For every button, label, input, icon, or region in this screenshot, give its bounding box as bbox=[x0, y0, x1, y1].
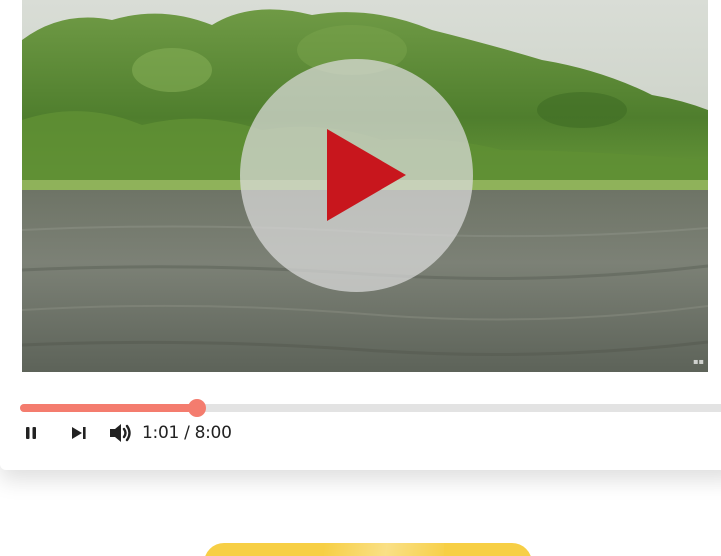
video-frame[interactable]: ▪▪ bbox=[22, 0, 708, 372]
pause-button[interactable] bbox=[18, 418, 44, 448]
next-button[interactable] bbox=[66, 418, 92, 448]
volume-button[interactable] bbox=[108, 418, 134, 448]
play-icon bbox=[327, 129, 406, 221]
watermark: ▪▪ bbox=[693, 357, 704, 366]
progress-fill bbox=[20, 404, 197, 412]
player-controls: 1:01 / 8:00 bbox=[18, 418, 232, 448]
time-display: 1:01 / 8:00 bbox=[142, 423, 232, 443]
skip-next-icon bbox=[72, 427, 86, 439]
volume-icon bbox=[110, 424, 131, 442]
progress-bar[interactable] bbox=[20, 399, 721, 417]
page: ▪▪ 1:01 / 8:00 bbox=[0, 0, 721, 556]
big-play-button[interactable] bbox=[240, 59, 473, 292]
pause-icon bbox=[26, 427, 36, 439]
video-player: ▪▪ 1:01 / 8:00 bbox=[0, 0, 721, 470]
progress-thumb[interactable] bbox=[188, 399, 206, 417]
yellow-action-button[interactable] bbox=[204, 543, 532, 556]
button-sheen bbox=[324, 543, 444, 556]
